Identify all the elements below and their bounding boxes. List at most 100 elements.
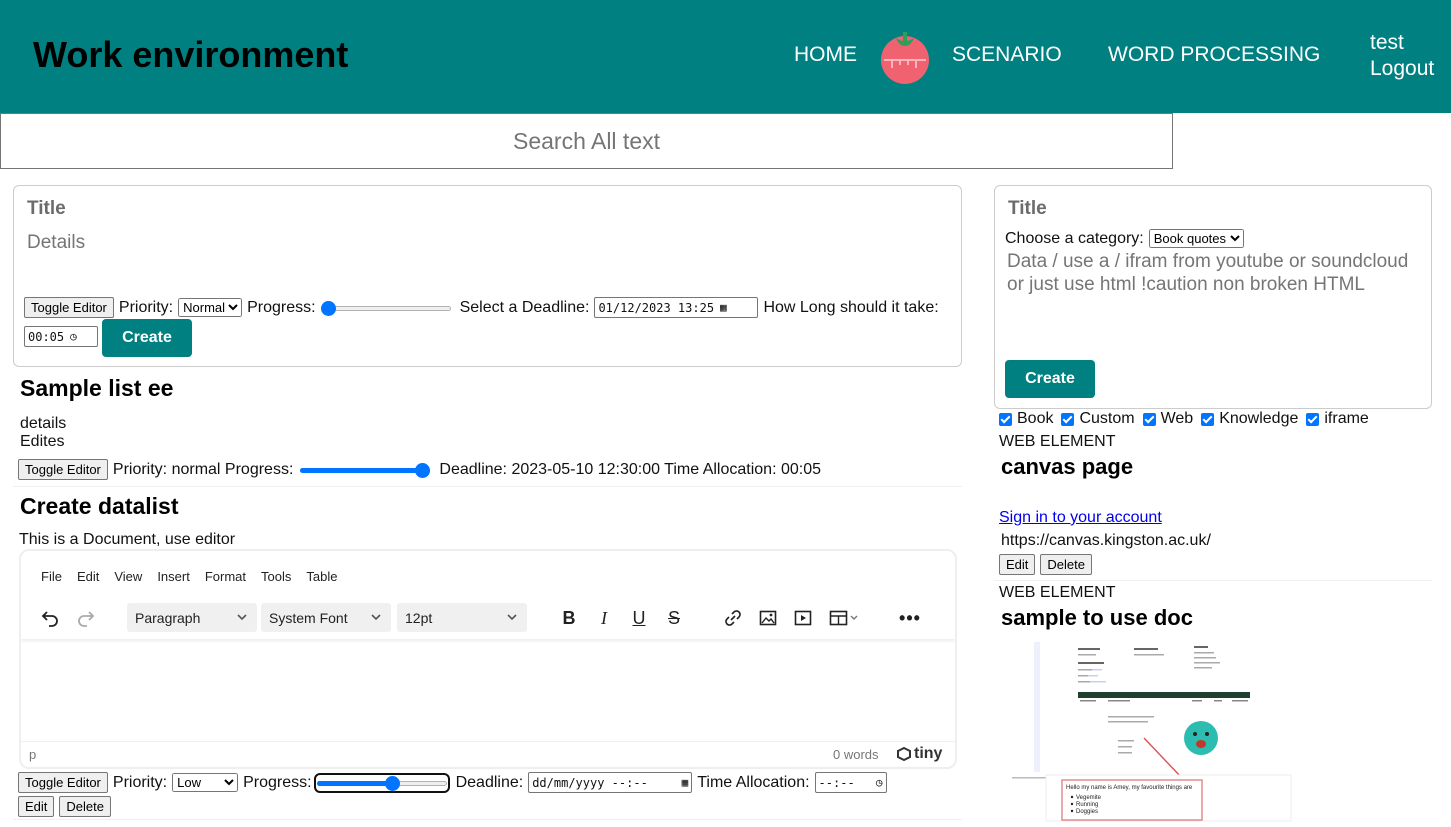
progress-label: Progress: xyxy=(247,298,316,316)
table-icon[interactable] xyxy=(827,607,863,629)
menu-insert[interactable]: Insert xyxy=(157,569,190,584)
undo-icon[interactable] xyxy=(39,607,61,629)
element-path[interactable]: p xyxy=(29,747,36,762)
underline-icon[interactable]: U xyxy=(628,607,650,629)
redo-icon[interactable] xyxy=(75,607,97,629)
create-web-element-button[interactable]: Create xyxy=(1005,360,1095,398)
font-family-select[interactable]: System Font xyxy=(261,603,391,632)
chevron-down-icon xyxy=(371,614,381,621)
priority-label: Priority: xyxy=(118,298,174,316)
deadline-label: Deadline: xyxy=(455,773,524,791)
duration-input[interactable]: 00:05 ◷ xyxy=(24,326,98,347)
title-field[interactable]: Title xyxy=(1008,198,1047,220)
font-size-select[interactable]: 12pt xyxy=(397,603,527,632)
menu-tools[interactable]: Tools xyxy=(261,569,291,584)
more-icon[interactable]: ••• xyxy=(899,607,921,629)
menu-view[interactable]: View xyxy=(114,569,142,584)
checkbox-checked-icon[interactable] xyxy=(1201,412,1215,426)
logout-link[interactable]: Logout xyxy=(1370,56,1434,82)
calendar-icon[interactable]: ▦ xyxy=(720,301,727,314)
calendar-icon[interactable]: ▦ xyxy=(682,776,689,789)
web-element-link[interactable]: Sign in to your account xyxy=(999,509,1162,527)
progress-slider[interactable] xyxy=(320,300,451,316)
tiny-brand[interactable]: tiny xyxy=(897,745,942,763)
nav-word-processing[interactable]: WORD PROCESSING xyxy=(1108,43,1320,67)
task-info-row: Toggle Editor Priority: normal Progress:… xyxy=(18,459,821,480)
divider xyxy=(13,819,962,820)
bold-icon[interactable]: B xyxy=(558,607,580,629)
task-details: This is a Document, use editor xyxy=(19,531,236,548)
new-task-card: Title Details Toggle Editor Priority: No… xyxy=(13,185,962,367)
toggle-editor-button[interactable]: Toggle Editor xyxy=(18,772,108,793)
menu-edit[interactable]: Edit xyxy=(77,569,99,584)
block-format-select[interactable]: Paragraph xyxy=(127,603,257,632)
time-allocation-input[interactable]: --:-- ◷ xyxy=(814,772,887,793)
create-task-button[interactable]: Create xyxy=(102,319,192,357)
filter-web[interactable]: Web xyxy=(1142,410,1193,428)
priority-label: Priority: xyxy=(112,773,168,791)
menu-format[interactable]: Format xyxy=(205,569,246,584)
media-icon[interactable] xyxy=(792,607,814,629)
nav-scenario[interactable]: SCENARIO xyxy=(952,43,1062,67)
user-menu: test Logout xyxy=(1370,30,1434,82)
filter-book[interactable]: Book xyxy=(999,410,1053,428)
deadline-label: Select a Deadline: xyxy=(459,298,590,316)
deadline-input[interactable]: 01/12/2023 13:25 ▦ xyxy=(594,297,759,318)
toggle-editor-button[interactable]: Toggle Editor xyxy=(18,459,108,480)
web-element-form: Title Choose a category: Book quotes Dat… xyxy=(994,185,1432,409)
data-textarea[interactable]: Data / use a / ifram from youtube or sou… xyxy=(1007,250,1412,296)
priority-select[interactable]: Low xyxy=(172,773,239,792)
edit-button[interactable]: Edit xyxy=(999,554,1036,575)
search-input[interactable] xyxy=(0,113,1173,169)
toggle-editor-button[interactable]: Toggle Editor xyxy=(24,297,114,318)
checkbox-checked-icon[interactable] xyxy=(1306,412,1320,426)
web-element-url: https://canvas.kingston.ac.uk/ xyxy=(1001,532,1211,549)
category-label: Choose a category: xyxy=(1005,229,1144,247)
deadline-input[interactable]: dd/mm/yyyy --:-- ▦ xyxy=(528,772,693,793)
web-element-actions: Edit Delete xyxy=(999,554,1092,575)
document-preview: Hello my name is Amey, my favourite thin… xyxy=(1010,640,1292,822)
divider xyxy=(994,580,1432,581)
word-count[interactable]: 0 words xyxy=(833,747,879,762)
image-icon[interactable] xyxy=(757,607,779,629)
task-title: Create datalist xyxy=(20,493,179,519)
link-icon[interactable] xyxy=(722,607,744,629)
checkbox-checked-icon[interactable] xyxy=(1061,412,1075,426)
task-actions: Edit Delete xyxy=(18,796,111,817)
filter-iframe[interactable]: iframe xyxy=(1306,410,1369,428)
progress-slider[interactable] xyxy=(313,772,450,793)
checkbox-checked-icon[interactable] xyxy=(1142,412,1156,426)
menu-table[interactable]: Table xyxy=(306,569,337,584)
italic-icon[interactable]: I xyxy=(593,607,615,629)
web-element-type: WEB ELEMENT xyxy=(999,584,1116,601)
category-select[interactable]: Book quotes xyxy=(1148,229,1244,248)
clock-icon[interactable]: ◷ xyxy=(70,330,77,343)
preview-intro: Hello my name is Amey, my favourite thin… xyxy=(1066,785,1193,791)
delete-button[interactable]: Delete xyxy=(59,796,111,817)
strikethrough-icon[interactable]: S xyxy=(663,607,685,629)
delete-button[interactable]: Delete xyxy=(1040,554,1092,575)
filter-knowledge[interactable]: Knowledge xyxy=(1201,410,1298,428)
web-element-title: canvas page xyxy=(1001,454,1134,479)
web-element-type: WEB ELEMENT xyxy=(999,433,1116,450)
editor-menubar: File Edit View Insert Format Tools Table xyxy=(41,569,337,584)
details-field[interactable]: Details xyxy=(27,232,85,254)
title-field[interactable]: Title xyxy=(27,198,66,220)
rich-text-editor[interactable]: File Edit View Insert Format Tools Table… xyxy=(19,549,957,769)
edit-button[interactable]: Edit xyxy=(18,796,55,817)
checkbox-checked-icon[interactable] xyxy=(999,412,1012,426)
filter-custom[interactable]: Custom xyxy=(1061,410,1135,428)
divider xyxy=(13,486,962,487)
menu-file[interactable]: File xyxy=(41,569,62,584)
task-controls-row: Toggle Editor Priority: Normal Progress:… xyxy=(24,297,939,318)
nav-home[interactable]: HOME xyxy=(794,43,857,67)
tomato-logo-icon[interactable] xyxy=(878,30,932,84)
editor-statusbar: p 0 words tiny xyxy=(21,741,955,767)
username[interactable]: test xyxy=(1370,30,1434,56)
clock-icon[interactable]: ◷ xyxy=(876,776,883,789)
task-priority-progress: Priority: normal Progress: xyxy=(112,460,294,478)
brand-title: Work environment xyxy=(33,34,349,75)
priority-select[interactable]: Normal xyxy=(178,298,243,317)
progress-slider[interactable] xyxy=(300,462,431,478)
chevron-down-icon xyxy=(237,614,247,621)
